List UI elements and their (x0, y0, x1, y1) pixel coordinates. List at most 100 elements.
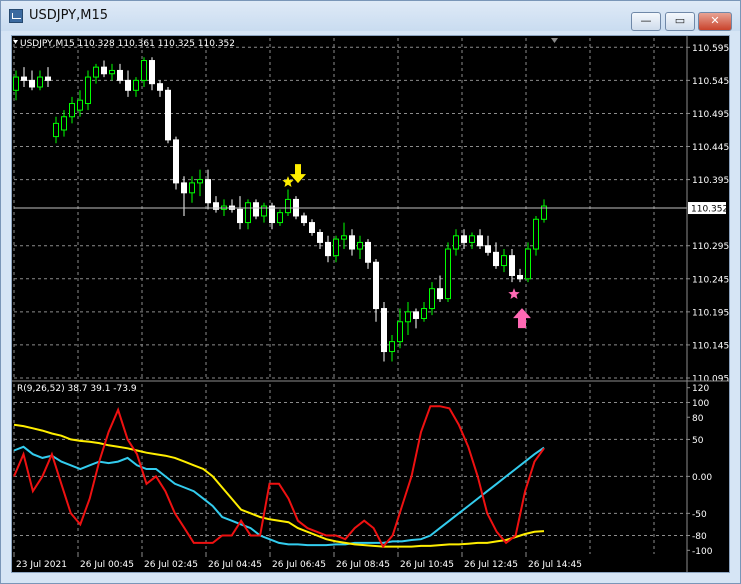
candle-body[interactable] (165, 89, 171, 141)
collapse-triangle-icon[interactable] (13, 40, 18, 44)
candle-body[interactable] (429, 288, 435, 310)
candle-body[interactable] (501, 255, 507, 267)
candle-body[interactable] (397, 321, 403, 343)
candle-body[interactable] (341, 235, 347, 240)
time-tick-label: 26 Jul 02:45 (144, 560, 198, 570)
candle-body[interactable] (533, 218, 539, 250)
current-price-label: 110.352 (691, 205, 728, 215)
candle-body[interactable] (157, 83, 163, 91)
candle-body[interactable] (389, 341, 395, 353)
candle-body[interactable] (61, 116, 67, 131)
candle-body[interactable] (309, 222, 315, 233)
candle-body[interactable] (381, 308, 387, 353)
candle-body[interactable] (141, 60, 147, 81)
indicator-tick-label: 120 (692, 384, 709, 394)
candle-body[interactable] (477, 235, 483, 247)
candle-body[interactable] (285, 198, 291, 214)
window-title: USDJPY,M15 (29, 8, 108, 23)
candle-body[interactable] (413, 311, 419, 319)
candle-body[interactable] (149, 60, 155, 85)
time-tick-label: 26 Jul 12:45 (464, 560, 518, 570)
minimize-button[interactable]: — (631, 12, 661, 31)
time-tick-label: 26 Jul 10:45 (400, 560, 454, 570)
candle-body[interactable] (109, 69, 115, 75)
candle-body[interactable] (117, 69, 123, 81)
indicator-grid (13, 384, 687, 554)
price-tick-label: 110.395 (692, 176, 729, 186)
candle-body[interactable] (125, 79, 131, 91)
indicator-tick-label: -100 (692, 547, 713, 557)
price-tick-label: 110.145 (692, 341, 729, 351)
candle-body[interactable] (21, 76, 27, 81)
candle-body[interactable] (245, 202, 251, 224)
candle-body[interactable] (317, 231, 323, 243)
candle-body[interactable] (333, 238, 339, 257)
candle-body[interactable] (525, 248, 531, 280)
chart-canvas[interactable]: 110.595 110.545 110.495 110.445 110.395 110.3… (12, 36, 729, 572)
time-tick-label: 26 Jul 00:45 (80, 560, 134, 570)
time-tick-label: 23 Jul 2021 (16, 560, 67, 570)
price-tick-label: 110.095 (692, 375, 729, 385)
time-tick-label: 26 Jul 04:45 (208, 560, 262, 570)
maximize-button[interactable]: ▭ (665, 12, 695, 31)
candle-body[interactable] (357, 241, 363, 250)
candle-body[interactable] (93, 66, 99, 78)
up-arrow-icon (513, 308, 531, 329)
candle-body[interactable] (173, 139, 179, 184)
indicator-tick-label: 100 (692, 399, 709, 409)
candle-body[interactable] (461, 235, 467, 243)
time-axis: 23 Jul 2021 26 Jul 00:45 26 Jul 02:45 26 Ju… (13, 554, 582, 570)
candle-body[interactable] (253, 202, 259, 217)
sell-star-icon (282, 176, 294, 187)
candle-body[interactable] (197, 179, 203, 184)
candles-layer[interactable] (13, 57, 688, 362)
candle-body[interactable] (365, 241, 371, 263)
candle-body[interactable] (349, 235, 355, 250)
candle-body[interactable] (493, 251, 499, 267)
indicator-axis: 120 100 80 50 0.00 -50 -80 -100 (687, 384, 713, 557)
candle-body[interactable] (517, 274, 523, 280)
chart-app-icon (9, 9, 23, 23)
price-tick-label: 110.245 (692, 275, 729, 285)
candle-body[interactable] (29, 79, 35, 88)
close-button[interactable]: ✕ (698, 12, 732, 31)
candle-body[interactable] (133, 79, 139, 91)
chart-area[interactable]: 110.595 110.545 110.495 110.445 110.395 110.3… (11, 35, 730, 573)
shift-marker-icon[interactable] (551, 38, 558, 43)
time-tick-label: 26 Jul 06:45 (272, 560, 326, 570)
candle-body[interactable] (101, 66, 107, 75)
candle-body[interactable] (45, 76, 51, 81)
candle-body[interactable] (485, 245, 491, 253)
candle-body[interactable] (469, 235, 475, 243)
price-tick-label: 110.545 (692, 77, 729, 87)
candle-body[interactable] (13, 76, 19, 91)
candle-body[interactable] (405, 311, 411, 323)
candle-body[interactable] (53, 122, 59, 138)
candle-body[interactable] (189, 182, 195, 194)
candle-body[interactable] (205, 179, 211, 204)
indicator-tick-label: 0.00 (692, 473, 712, 483)
candle-body[interactable] (445, 248, 451, 300)
candle-body[interactable] (181, 182, 187, 194)
candle-body[interactable] (437, 288, 443, 300)
candle-body[interactable] (373, 261, 379, 310)
title-bar[interactable]: USDJPY,M15 — ▭ ✕ (1, 1, 740, 31)
candle-body[interactable] (77, 99, 83, 111)
price-axis: 110.595 110.545 110.495 110.445 110.395 110.3… (687, 44, 729, 385)
candle-body[interactable] (69, 103, 75, 118)
indicator-tick-label: 50 (692, 436, 704, 446)
candle-body[interactable] (301, 215, 307, 224)
indicator-tick-label: 80 (692, 414, 704, 424)
candle-body[interactable] (37, 76, 43, 88)
indicator-tick-label: -50 (692, 510, 707, 520)
indicator-tick-label: -80 (692, 532, 707, 542)
candle-body[interactable] (421, 308, 427, 319)
candle-body[interactable] (85, 76, 91, 105)
candle-body[interactable] (325, 241, 331, 257)
candle-body[interactable] (453, 235, 459, 250)
candle-body[interactable] (237, 208, 243, 224)
candle-body[interactable] (277, 212, 283, 224)
price-tick-label: 110.295 (692, 242, 729, 252)
price-tick-label: 110.445 (692, 143, 729, 153)
candle-body[interactable] (509, 255, 515, 276)
